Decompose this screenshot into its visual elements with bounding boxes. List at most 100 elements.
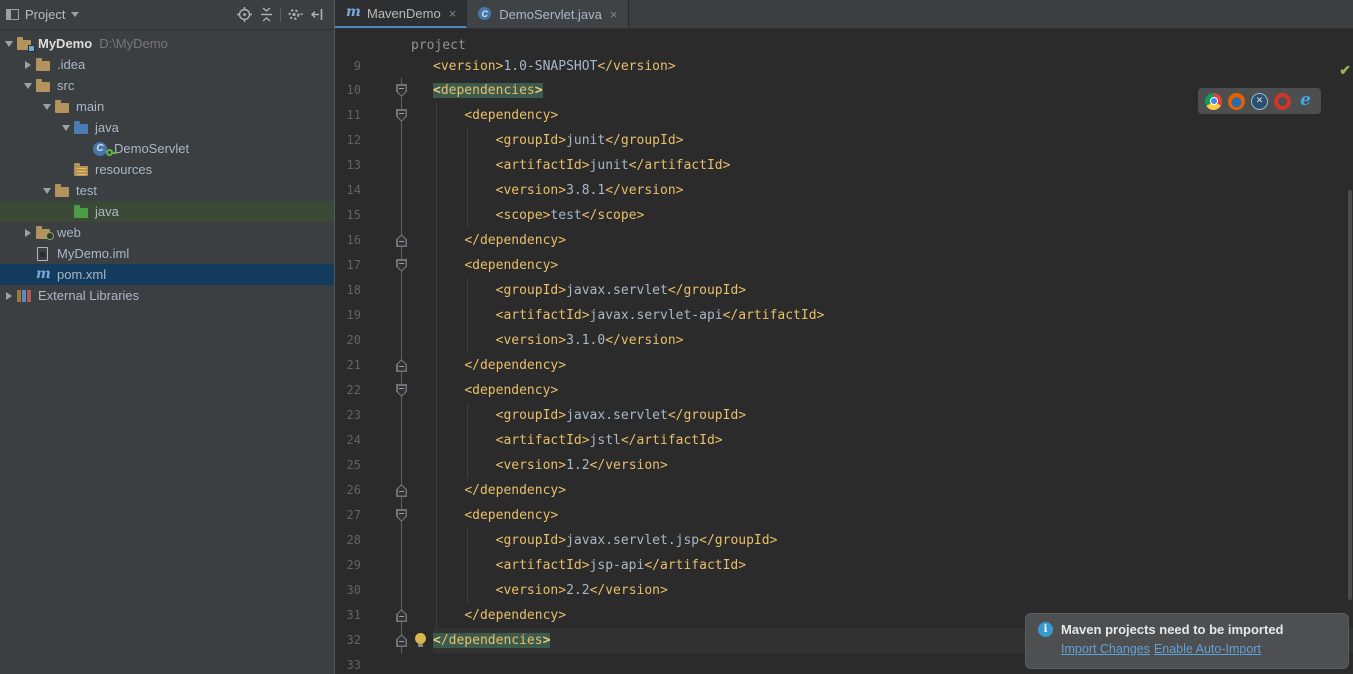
editor-scrollbar-thumb[interactable] [1348, 190, 1352, 600]
code-line-15[interactable]: 15 <scope>test</scope> [335, 203, 1353, 228]
bulb-gutter [409, 378, 433, 403]
tree-item-pom-xml[interactable]: mpom.xml [0, 264, 334, 285]
fold-marker-icon[interactable] [396, 484, 407, 497]
code-line-30[interactable]: 30 <version>2.2</version> [335, 578, 1353, 603]
tree-item-mydemo[interactable]: MyDemoD:\MyDemo [0, 33, 334, 54]
tree-item-demoservlet[interactable]: CDemoServlet [0, 138, 334, 159]
maven-file-icon: m [345, 5, 361, 21]
code-line-17[interactable]: 17 <dependency> [335, 253, 1353, 278]
close-icon[interactable]: × [449, 7, 457, 20]
tree-toggle-arrow[interactable] [2, 292, 16, 300]
code-text[interactable]: <artifactId>jsp-api</artifactId> [433, 553, 1353, 578]
code-line-9[interactable]: 9<version>1.0-SNAPSHOT</version> [335, 55, 1353, 78]
code-text[interactable]: <groupId>junit</groupId> [433, 128, 1353, 153]
code-text[interactable]: <scope>test</scope> [433, 203, 1353, 228]
fold-marker-icon[interactable] [396, 634, 407, 647]
code-line-14[interactable]: 14 <version>3.8.1</version> [335, 178, 1353, 203]
code-line-21[interactable]: 21 </dependency> [335, 353, 1353, 378]
code-line-24[interactable]: 24 <artifactId>jstl</artifactId> [335, 428, 1353, 453]
tree-item-resources[interactable]: resources [0, 159, 334, 180]
opera-icon[interactable] [1274, 93, 1291, 110]
tree-toggle-arrow[interactable] [59, 125, 73, 131]
notification-link-import-changes[interactable]: Import Changes [1061, 642, 1150, 656]
breadcrumb-item-project[interactable]: project [411, 38, 466, 53]
code-text[interactable]: <version>1.2</version> [433, 453, 1353, 478]
code-line-16[interactable]: 16 </dependency> [335, 228, 1353, 253]
tree-toggle-arrow[interactable] [21, 83, 35, 89]
code-text[interactable]: <version>2.2</version> [433, 578, 1353, 603]
fold-marker-icon[interactable] [396, 84, 407, 97]
bulb-gutter [409, 78, 433, 103]
code-line-29[interactable]: 29 <artifactId>jsp-api</artifactId> [335, 553, 1353, 578]
ie-icon[interactable]: e [1297, 93, 1314, 110]
collapse-all-icon[interactable] [255, 4, 277, 26]
locate-icon[interactable] [233, 4, 255, 26]
code-line-20[interactable]: 20 <version>3.1.0</version> [335, 328, 1353, 353]
code-text[interactable]: </dependency> [433, 228, 1353, 253]
tree-toggle-arrow[interactable] [21, 61, 35, 69]
code-line-28[interactable]: 28 <groupId>javax.servlet.jsp</groupId> [335, 528, 1353, 553]
fold-gutter [394, 303, 409, 328]
code-text[interactable]: <groupId>javax.servlet.jsp</groupId> [433, 528, 1353, 553]
code-text[interactable]: <artifactId>javax.servlet-api</artifactI… [433, 303, 1353, 328]
tree-item-web[interactable]: web [0, 222, 334, 243]
fold-marker-icon[interactable] [396, 259, 407, 272]
bulb-gutter [409, 228, 433, 253]
code-line-12[interactable]: 12 <groupId>junit</groupId> [335, 128, 1353, 153]
code-text[interactable]: <artifactId>jstl</artifactId> [433, 428, 1353, 453]
safari-icon[interactable] [1251, 93, 1268, 110]
code-text[interactable]: <dependency> [433, 253, 1353, 278]
code-text[interactable]: <groupId>javax.servlet</groupId> [433, 403, 1353, 428]
chevron-down-icon[interactable] [71, 12, 79, 17]
tree-item-mydemo-iml[interactable]: MyDemo.iml [0, 243, 334, 264]
code-line-25[interactable]: 25 <version>1.2</version> [335, 453, 1353, 478]
code-text[interactable]: <dependency> [433, 503, 1353, 528]
tree-toggle-arrow[interactable] [2, 41, 16, 47]
code-line-13[interactable]: 13 <artifactId>junit</artifactId> [335, 153, 1353, 178]
line-number: 22 [335, 378, 361, 403]
code-text[interactable]: </dependency> [433, 478, 1353, 503]
fold-marker-icon[interactable] [396, 609, 407, 622]
code-text[interactable]: <groupId>javax.servlet</groupId> [433, 278, 1353, 303]
close-icon[interactable]: × [610, 8, 618, 21]
code-line-23[interactable]: 23 <groupId>javax.servlet</groupId> [335, 403, 1353, 428]
tree-item-java[interactable]: java [0, 117, 334, 138]
fold-marker-icon[interactable] [396, 359, 407, 372]
tree-toggle-arrow[interactable] [40, 188, 54, 194]
tree-item-main[interactable]: main [0, 96, 334, 117]
code-line-18[interactable]: 18 <groupId>javax.servlet</groupId> [335, 278, 1353, 303]
notification-link-enable-auto-import[interactable]: Enable Auto-Import [1154, 642, 1261, 656]
hide-panel-icon[interactable] [306, 4, 328, 26]
code-text[interactable]: <version>3.8.1</version> [433, 178, 1353, 203]
tree-item-test[interactable]: test [0, 180, 334, 201]
code-text[interactable]: <version>3.1.0</version> [433, 328, 1353, 353]
tree-item-java[interactable]: java [0, 201, 334, 222]
fold-marker-icon[interactable] [396, 234, 407, 247]
tree-toggle-arrow[interactable] [21, 229, 35, 237]
inspection-ok-icon[interactable]: ✔ [1339, 62, 1351, 79]
code-line-19[interactable]: 19 <artifactId>javax.servlet-api</artifa… [335, 303, 1353, 328]
firefox-icon[interactable] [1228, 93, 1245, 110]
tree-item-idea[interactable]: .idea [0, 54, 334, 75]
code-line-22[interactable]: 22 <dependency> [335, 378, 1353, 403]
chrome-icon[interactable] [1205, 93, 1222, 110]
fold-marker-icon[interactable] [396, 384, 407, 397]
line-number: 31 [335, 603, 361, 628]
tree-item-external-libraries[interactable]: External Libraries [0, 285, 334, 306]
code-text[interactable]: <artifactId>junit</artifactId> [433, 153, 1353, 178]
code-text[interactable]: <dependency> [433, 378, 1353, 403]
tree-toggle-arrow[interactable] [40, 104, 54, 110]
code-text[interactable]: </dependency> [433, 353, 1353, 378]
code-line-26[interactable]: 26 </dependency> [335, 478, 1353, 503]
fold-gutter [394, 55, 409, 78]
tab-demoservlet-java[interactable]: CDemoServlet.java× [467, 0, 628, 28]
code-text[interactable]: <version>1.0-SNAPSHOT</version> [433, 55, 1353, 78]
code-line-27[interactable]: 27 <dependency> [335, 503, 1353, 528]
settings-gear-icon[interactable] [284, 4, 306, 26]
intention-bulb-icon[interactable] [415, 633, 426, 644]
fold-marker-icon[interactable] [396, 109, 407, 122]
fold-marker-icon[interactable] [396, 509, 407, 522]
tree-item-src[interactable]: src [0, 75, 334, 96]
code-editor[interactable]: 9<version>1.0-SNAPSHOT</version>10<depen… [335, 55, 1353, 674]
tab-mavendemo[interactable]: mMavenDemo× [335, 0, 467, 28]
